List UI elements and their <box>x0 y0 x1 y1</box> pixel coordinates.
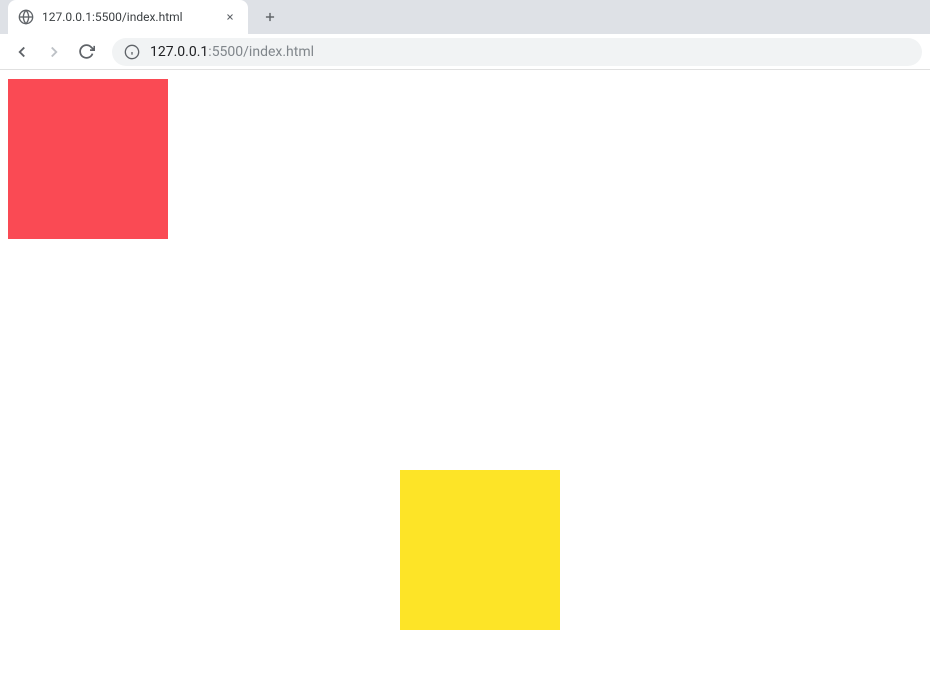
page-content <box>0 70 930 691</box>
reload-button[interactable] <box>72 38 100 66</box>
back-button[interactable] <box>8 38 36 66</box>
address-host: 127.0.0.1 <box>150 44 208 60</box>
tab-bar: 127.0.0.1:5500/index.html <box>0 0 930 34</box>
forward-button[interactable] <box>40 38 68 66</box>
yellow-box <box>400 470 560 630</box>
address-bar[interactable]: 127.0.0.1:5500/index.html <box>112 38 922 66</box>
new-tab-button[interactable] <box>256 3 284 31</box>
info-icon[interactable] <box>124 44 140 60</box>
address-text: 127.0.0.1:5500/index.html <box>150 44 314 60</box>
browser-chrome: 127.0.0.1:5500/index.html <box>0 0 930 70</box>
address-path: :5500/index.html <box>208 44 314 60</box>
tab-title: 127.0.0.1:5500/index.html <box>42 10 214 24</box>
close-icon[interactable] <box>222 9 238 25</box>
toolbar: 127.0.0.1:5500/index.html <box>0 34 930 70</box>
globe-icon <box>18 9 34 25</box>
red-box <box>8 79 168 239</box>
browser-tab[interactable]: 127.0.0.1:5500/index.html <box>8 0 248 34</box>
